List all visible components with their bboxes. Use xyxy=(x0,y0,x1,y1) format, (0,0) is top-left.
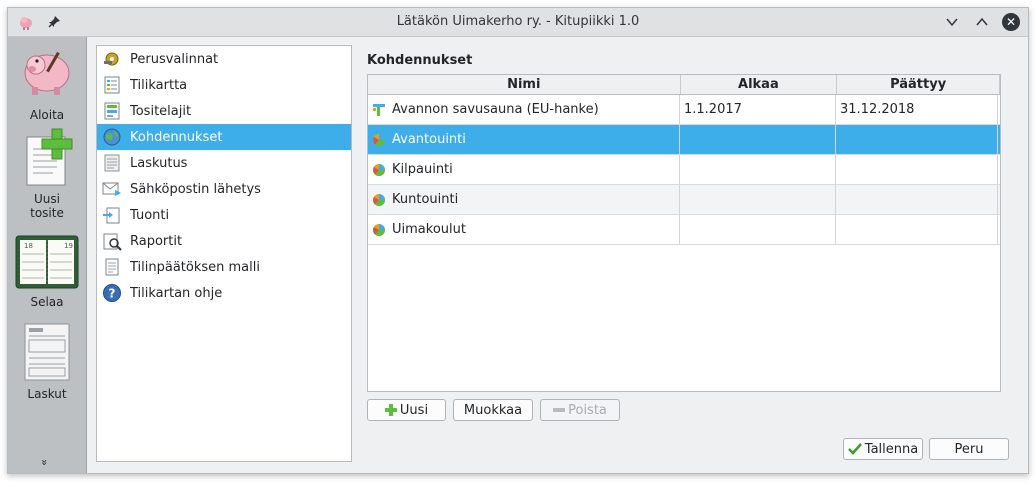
table-row[interactable]: Kuntouinti xyxy=(368,185,1000,215)
sidebar-item-aloita[interactable]: Aloita xyxy=(8,41,86,122)
save-button[interactable]: Tallenna xyxy=(843,438,923,460)
row-start: 1.1.2017 xyxy=(684,102,742,117)
table-header: Nimi Alkaa Päättyy xyxy=(368,75,1000,95)
cost-center-icon xyxy=(372,163,386,177)
nav-item-tilikartta[interactable]: Tilikartta xyxy=(97,72,351,98)
document-types-icon xyxy=(101,100,123,122)
chart-of-accounts-icon xyxy=(101,74,123,96)
template-icon xyxy=(101,256,123,278)
email-icon xyxy=(101,178,123,200)
nav-item-tositelajit[interactable]: Tositelajit xyxy=(97,98,351,124)
column-header-alkaa[interactable]: Alkaa xyxy=(681,75,838,94)
row-name: Kilpauinti xyxy=(392,162,453,177)
sidebar-item-laskut[interactable]: Laskut xyxy=(8,320,86,401)
billing-icon xyxy=(101,152,123,174)
nav-item-kohdennukset[interactable]: Kohdennukset xyxy=(97,124,351,150)
nav-item-tuonti[interactable]: Tuonti xyxy=(97,202,351,228)
row-name: Uimakoulut xyxy=(392,222,466,237)
table-row[interactable]: Uimakoulut xyxy=(368,215,1000,245)
ledger-book-icon: 18 19 xyxy=(15,235,79,289)
delete-button[interactable]: Poista xyxy=(540,399,620,421)
table-row[interactable]: Avannon savusauna (EU-hanke) 1.1.2017 31… xyxy=(368,95,1000,125)
nav-item-perusvalinnat[interactable]: Perusvalinnat xyxy=(97,46,351,72)
settings-nav-list: Perusvalinnat Tilikartta Tositelajit Koh… xyxy=(96,45,352,462)
sidebar-item-label: Uusi tosite xyxy=(30,192,64,220)
column-header-nimi[interactable]: Nimi xyxy=(368,75,681,94)
globe-icon xyxy=(101,126,123,148)
maximize-icon[interactable] xyxy=(972,12,992,32)
sidebar-item-label: Aloita xyxy=(29,108,65,122)
row-name: Avannon savusauna (EU-hanke) xyxy=(392,102,599,117)
sidebar-item-selaa[interactable]: 18 19 Selaa xyxy=(8,234,86,309)
row-name: Kuntouinti xyxy=(392,192,459,207)
nav-item-sahkoposti[interactable]: Sähköpostin lähetys xyxy=(97,176,351,202)
cancel-button[interactable]: Peru xyxy=(929,438,1009,460)
import-icon xyxy=(101,204,123,226)
project-icon xyxy=(372,103,386,117)
piggy-bank-icon xyxy=(24,51,70,95)
row-name: Avantouinti xyxy=(392,132,466,147)
help-icon: ? xyxy=(101,282,123,304)
sidebar-item-label: Laskut xyxy=(27,387,67,401)
svg-text:18: 18 xyxy=(24,242,33,250)
app-window: Lätäkön Uimakerho ry. - Kitupiikki 1.0 ✕… xyxy=(7,7,1029,474)
sidebar-item-uusi-tosite[interactable]: Uusi tosite xyxy=(8,127,86,220)
section-title: Kohdennukset xyxy=(367,53,473,68)
minus-icon xyxy=(553,404,566,416)
nav-item-tilinpaatoksen-malli[interactable]: Tilinpäätöksen malli xyxy=(97,254,351,280)
sidebar-more-icon[interactable]: » xyxy=(38,459,51,466)
plus-icon xyxy=(384,404,397,416)
new-button[interactable]: Uusi xyxy=(367,399,446,421)
table-row[interactable]: Kilpauinti xyxy=(368,155,1000,185)
cost-center-icon xyxy=(372,193,386,207)
window-title: Lätäkön Uimakerho ry. - Kitupiikki 1.0 xyxy=(396,14,640,29)
column-header-paattyy[interactable]: Päättyy xyxy=(837,75,1000,94)
svg-text:?: ? xyxy=(109,287,116,301)
invoice-icon xyxy=(24,323,70,381)
row-end: 31.12.2018 xyxy=(840,102,915,117)
nav-item-raportit[interactable]: Raportit xyxy=(97,228,351,254)
minimize-icon[interactable] xyxy=(942,12,962,32)
edit-button[interactable]: Muokkaa xyxy=(453,399,533,421)
svg-text:19: 19 xyxy=(64,242,73,250)
title-bar[interactable]: Lätäkön Uimakerho ry. - Kitupiikki 1.0 ✕ xyxy=(8,8,1028,37)
cost-center-icon xyxy=(372,223,386,237)
table-row[interactable]: Avantouinti xyxy=(368,125,1000,155)
allocations-table: Nimi Alkaa Päättyy Avannon savusauna (EU… xyxy=(367,74,1001,392)
nav-item-laskutus[interactable]: Laskutus xyxy=(97,150,351,176)
settings-icon xyxy=(101,48,123,70)
sidebar-item-label: Selaa xyxy=(30,295,64,309)
reports-icon xyxy=(101,230,123,252)
cost-center-icon xyxy=(372,133,386,147)
checkmark-icon xyxy=(847,443,862,455)
nav-item-tilikartan-ohje[interactable]: ? Tilikartan ohje xyxy=(97,280,351,306)
close-icon[interactable]: ✕ xyxy=(1002,13,1020,31)
new-document-icon xyxy=(26,128,73,186)
sidebar: Aloita Uusi tosite 18 19 Selaa Laskut » xyxy=(8,37,87,473)
